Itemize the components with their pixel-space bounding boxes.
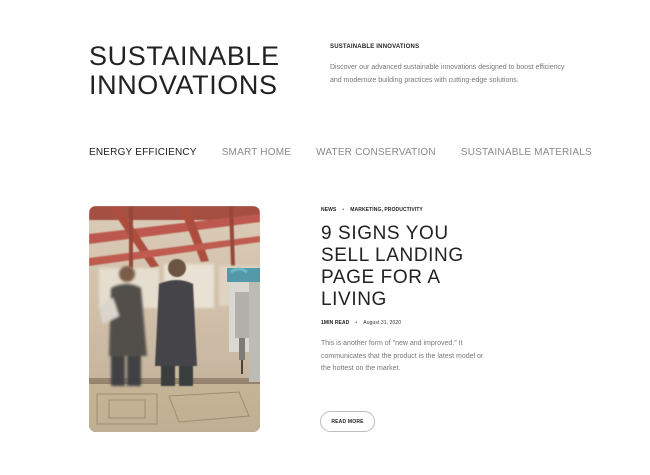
post-excerpt: This is another form of "new and improve… [321, 340, 484, 372]
featured-post: NEWS • MARKETING, PRODUCTIVITY 9 SIGNS Y… [321, 207, 521, 376]
tab-sustainable-materials[interactable]: SUSTAINABLE MATERIALS [461, 147, 592, 158]
meta-separator: • [342, 207, 345, 213]
intro-section: SUSTAINABLE INNOVATIONS Discover our adv… [330, 44, 570, 87]
post-date: August 31, 2020 [363, 320, 402, 326]
post-category[interactable]: NEWS [321, 207, 336, 213]
post-tags[interactable]: MARKETING, PRODUCTIVITY [350, 207, 423, 213]
hero-title-line-1: SUSTAINABLE [89, 41, 280, 71]
tab-smart-home[interactable]: SMART HOME [222, 147, 291, 158]
category-tabs: ENERGY EFFICIENCY SMART HOME WATER CONSE… [89, 147, 592, 158]
hero-title-line-2: INNOVATIONS [89, 70, 278, 100]
post-title-line-2[interactable]: SELL LANDING [321, 245, 481, 267]
intro-text: Discover our advanced sustainable innova… [330, 64, 565, 84]
post-read-time: 1MIN READ [321, 320, 350, 326]
post-title-line-1[interactable]: 9 SIGNS YOU [321, 223, 481, 245]
tab-energy-efficiency[interactable]: ENERGY EFFICIENCY [89, 147, 197, 158]
meta-separator: • [355, 320, 358, 326]
read-more-button[interactable]: READ MORE [320, 411, 375, 432]
intro-heading: SUSTAINABLE INNOVATIONS [330, 44, 420, 50]
post-title-line-4[interactable]: LIVING [321, 289, 481, 311]
post-title-line-3[interactable]: PAGE FOR A [321, 267, 481, 289]
tab-water-conservation[interactable]: WATER CONSERVATION [316, 147, 436, 158]
post-title[interactable]: 9 SIGNS YOU SELL LANDING PAGE FOR A LIVI… [321, 223, 481, 311]
hero-title: SUSTAINABLE INNOVATIONS [89, 42, 299, 100]
post-meta-tags: NEWS • MARKETING, PRODUCTIVITY [321, 207, 521, 213]
post-meta-date: 1MIN READ • August 31, 2020 [321, 320, 521, 326]
post-image[interactable] [89, 206, 260, 432]
